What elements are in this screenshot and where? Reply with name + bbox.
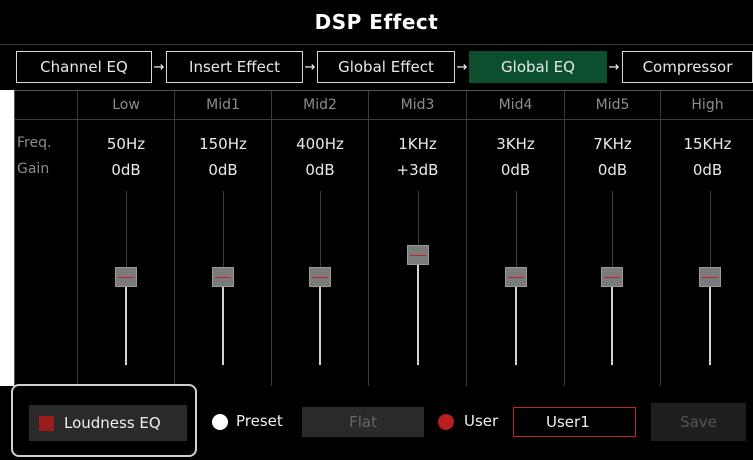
arrow-right-icon: → xyxy=(304,59,316,75)
slider-track xyxy=(612,191,613,275)
gain-row-label: Gain xyxy=(17,161,50,177)
slider-track xyxy=(320,191,321,275)
loudness-eq-label: Loudness EQ xyxy=(64,414,161,432)
slider-track xyxy=(223,191,224,275)
tab-insert-effect[interactable]: Insert Effect xyxy=(166,51,303,83)
eq-band-mid4: Mid4 3KHz 0dB xyxy=(466,91,564,386)
eq-band-mid3: Mid3 1KHz +3dB xyxy=(368,91,466,386)
user-radio[interactable] xyxy=(438,414,454,430)
band-gain: 0dB xyxy=(208,161,238,179)
gain-slider-handle[interactable] xyxy=(505,267,527,287)
band-name: Mid1 xyxy=(206,97,240,113)
effect-tab-strip: Channel EQ → Insert Effect → Global Effe… xyxy=(0,44,753,90)
band-gain: 0dB xyxy=(305,161,335,179)
slider-fill xyxy=(222,287,224,365)
preset-select[interactable]: Flat xyxy=(302,407,424,437)
eq-band-low: Low 50Hz 0dB xyxy=(77,91,174,386)
arrow-right-icon: → xyxy=(608,59,620,75)
tab-global-eq[interactable]: Global EQ xyxy=(469,51,607,83)
band-name: Mid2 xyxy=(303,97,337,113)
slider-track xyxy=(516,191,517,275)
tab-global-effect[interactable]: Global Effect xyxy=(317,51,455,83)
freq-row-label: Freq. xyxy=(17,135,52,151)
band-name: High xyxy=(691,97,724,113)
band-gain: 0dB xyxy=(500,161,531,179)
band-frequency: 150Hz xyxy=(199,135,247,153)
loudness-eq-toggle[interactable]: Loudness EQ xyxy=(29,405,187,441)
eq-band-panel: Freq. Gain Low 50Hz 0dB Mid1 150Hz 0dB M… xyxy=(14,90,753,386)
preset-radio[interactable] xyxy=(212,414,228,430)
slider-track xyxy=(126,191,127,275)
gain-slider-handle[interactable] xyxy=(115,267,137,287)
band-name: Mid5 xyxy=(595,97,630,113)
save-button[interactable]: Save xyxy=(651,403,746,441)
gain-slider-handle[interactable] xyxy=(601,267,623,287)
band-frequency: 50Hz xyxy=(106,135,146,153)
user-label: User xyxy=(464,412,499,430)
gain-slider-handle[interactable] xyxy=(212,267,234,287)
preset-label: Preset xyxy=(236,412,283,430)
gain-slider-handle[interactable] xyxy=(699,267,721,287)
band-name: Mid4 xyxy=(498,97,533,113)
gain-slider-handle[interactable] xyxy=(407,245,429,265)
slider-fill xyxy=(125,287,127,365)
gain-slider-handle[interactable] xyxy=(309,267,331,287)
tab-compressor[interactable]: Compressor xyxy=(622,51,753,83)
eq-band-high: High 15KHz 0dB xyxy=(660,91,753,386)
slider-fill xyxy=(515,287,517,365)
eq-band-mid2: Mid2 400Hz 0dB xyxy=(271,91,368,386)
band-gain: 0dB xyxy=(692,161,723,179)
loudness-checkbox[interactable] xyxy=(39,415,54,431)
dsp-effect-screen: DSP Effect Channel EQ → Insert Effect → … xyxy=(0,0,753,460)
loudness-eq-highlight: Loudness EQ xyxy=(11,384,197,457)
arrow-right-icon: → xyxy=(456,59,468,75)
band-frequency: 7KHz xyxy=(593,135,632,153)
band-gain: 0dB xyxy=(111,161,141,179)
page-title: DSP Effect xyxy=(0,0,753,44)
tab-channel-eq[interactable]: Channel EQ xyxy=(16,51,152,83)
slider-fill xyxy=(417,265,419,365)
arrow-right-icon: → xyxy=(153,59,165,75)
eq-band-mid5: Mid5 7KHz 0dB xyxy=(564,91,660,386)
user-select[interactable]: User1 xyxy=(513,407,636,437)
slider-fill xyxy=(709,287,711,365)
slider-fill xyxy=(611,287,613,365)
band-gain: +3dB xyxy=(396,161,439,179)
band-frequency: 400Hz xyxy=(296,135,344,153)
slider-fill xyxy=(319,287,321,365)
band-frequency: 15KHz xyxy=(683,135,732,153)
band-frequency: 1KHz xyxy=(398,135,437,153)
band-gain: 0dB xyxy=(597,161,628,179)
band-name: Low xyxy=(112,97,140,113)
slider-track xyxy=(418,191,419,245)
slider-track xyxy=(710,191,711,275)
band-frequency: 3KHz xyxy=(496,135,535,153)
band-name: Mid3 xyxy=(400,97,435,113)
eq-band-mid1: Mid1 150Hz 0dB xyxy=(174,91,271,386)
